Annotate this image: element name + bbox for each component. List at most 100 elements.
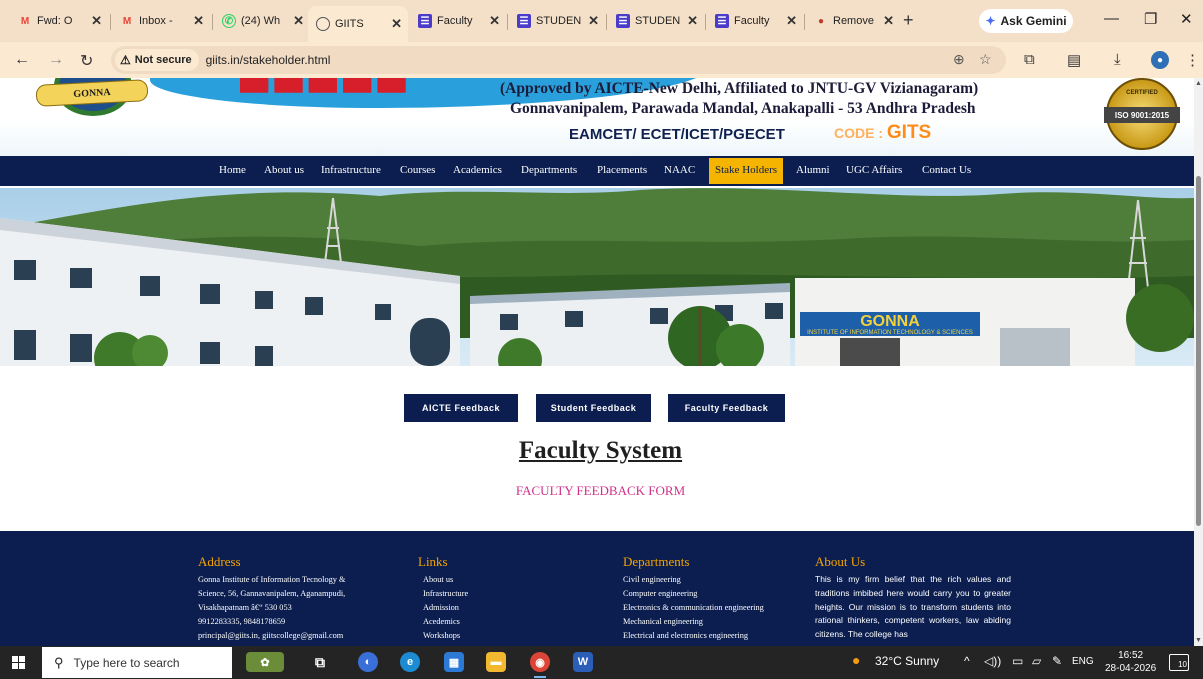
tab-whatsapp[interactable]: ✆ (24) Wh ✕ <box>214 8 310 34</box>
tab-close-icon[interactable]: ✕ <box>883 13 894 29</box>
tab-inbox[interactable]: M Inbox - ✕ <box>112 8 210 34</box>
footer-dept-eee[interactable]: Electrical and electronics engineering <box>623 629 764 643</box>
footer-link-about-us[interactable]: About us <box>423 573 468 587</box>
student-feedback-button[interactable]: Student Feedback <box>536 394 651 422</box>
extensions-icon[interactable]: ⧉ <box>1024 51 1035 68</box>
nav-naac[interactable]: NAAC <box>664 164 695 176</box>
widgets-icon[interactable]: ✿ <box>246 652 284 672</box>
nav-infrastructure[interactable]: Infrastructure <box>321 164 381 176</box>
language-indicator[interactable]: ENG <box>1072 656 1094 667</box>
store-icon[interactable]: ▦ <box>444 652 464 672</box>
network-icon[interactable]: ▱ <box>1032 654 1041 668</box>
tab-close-icon[interactable]: ✕ <box>193 13 204 29</box>
weather-text[interactable]: 32°C Sunny <box>875 654 939 668</box>
menu-kebab-icon[interactable]: ⋮ <box>1185 51 1200 69</box>
new-tab-icon[interactable]: + <box>903 10 914 31</box>
scroll-down-arrow-icon[interactable]: ▼ <box>1195 637 1202 644</box>
tab-title: Faculty <box>437 15 473 27</box>
nav-stake-holders[interactable]: Stake Holders <box>709 158 784 184</box>
footer-dept-ece[interactable]: Electronics & communication engineering <box>623 601 764 615</box>
weather-icon[interactable]: ● <box>852 652 860 668</box>
footer-link-admission[interactable]: Admission <box>423 601 468 615</box>
tab-close-icon[interactable]: ✕ <box>91 13 102 29</box>
iso-badge-top-text: CERTIFIED <box>1126 90 1158 96</box>
college-logo[interactable]: GONNA <box>35 78 149 142</box>
nav-contact-us[interactable]: Contact Us <box>922 164 971 176</box>
windows-taskbar: ⚲ Type here to search ✿ ⧉ ◐ e ▦ ▬ ◉ W ● … <box>0 646 1203 679</box>
security-chip[interactable]: ⚠ Not secure <box>115 49 199 71</box>
restore-icon[interactable]: ❐ <box>1144 10 1157 28</box>
footer-address-line: Visakhapatnam â€“ 530 053 <box>198 603 292 612</box>
tab-title: STUDEN <box>635 15 681 27</box>
tab-faculty-2[interactable]: ☰ Faculty ✕ <box>707 8 803 34</box>
zoom-icon[interactable]: ⊕ <box>953 51 965 68</box>
forward-arrow-icon[interactable]: → <box>48 51 64 69</box>
tab-student[interactable]: ☰ STUDEN ✕ <box>509 8 605 34</box>
taskbar-search-box[interactable]: ⚲ Type here to search <box>42 647 232 678</box>
back-arrow-icon[interactable]: ← <box>14 51 30 69</box>
tab-student-2[interactable]: ☰ STUDEN ✕ <box>608 8 704 34</box>
page-title: Faculty System <box>518 437 683 464</box>
minimize-icon[interactable]: — <box>1104 10 1119 27</box>
windows-start-icon[interactable] <box>12 656 26 670</box>
tab-giits[interactable]: GIITS ✕ <box>308 6 408 42</box>
footer-link-infrastructure[interactable]: Infrastructure <box>423 587 468 601</box>
file-explorer-icon[interactable]: ▬ <box>486 652 506 672</box>
tray-chevron-icon[interactable]: ^ <box>964 654 970 668</box>
tab-close-icon[interactable]: ✕ <box>293 13 304 29</box>
scroll-up-arrow-icon[interactable]: ▲ <box>1195 80 1202 87</box>
tab-faculty[interactable]: ☰ Faculty ✕ <box>410 8 506 34</box>
footer-phone: 9912283335, 9848178659 <box>198 617 286 626</box>
notification-center-icon[interactable]: 10 <box>1169 654 1189 671</box>
battery-icon[interactable]: ▭ <box>1012 654 1023 668</box>
tab-fwd[interactable]: M Fwd: O ✕ <box>10 8 108 34</box>
nav-home[interactable]: Home <box>219 164 246 176</box>
page-subtitle: FACULTY FEEDBACK FORM <box>515 483 686 498</box>
url-text[interactable]: giits.in/stakeholder.html <box>206 53 331 67</box>
nav-courses[interactable]: Courses <box>400 164 435 176</box>
tab-remove-bg[interactable]: ● Remove ✕ <box>806 8 900 34</box>
tab-close-icon[interactable]: ✕ <box>489 13 500 29</box>
campus-illustration: GONNA INSTITUTE OF INFORMATION TECHNOLOG… <box>0 188 1194 366</box>
footer-link-workshops[interactable]: Workshops <box>423 629 468 643</box>
edge-icon[interactable]: e <box>400 652 420 672</box>
tab-close-icon[interactable]: ✕ <box>687 13 698 29</box>
footer-dept-computer[interactable]: Computer engineering <box>623 587 764 601</box>
profile-avatar[interactable]: ● <box>1151 51 1169 69</box>
word-icon[interactable]: W <box>573 652 593 672</box>
nav-academics[interactable]: Academics <box>453 164 502 176</box>
ask-gemini-button[interactable]: ✦ Ask Gemini <box>979 9 1073 33</box>
task-view-icon[interactable]: ⧉ <box>310 652 330 672</box>
chrome-icon[interactable]: ◉ <box>530 652 550 678</box>
footer-link-academics[interactable]: Acedemics <box>423 615 468 629</box>
reload-icon[interactable]: ↻ <box>80 51 93 71</box>
download-icon[interactable]: ⤓ <box>1114 51 1121 68</box>
tab-close-icon[interactable]: ✕ <box>786 13 797 29</box>
bookmark-star-icon[interactable]: ☆ <box>979 51 992 68</box>
nav-ugc-affairs[interactable]: UGC Affairs <box>846 164 902 176</box>
page-scrollbar[interactable]: ▲ ▼ <box>1194 78 1203 646</box>
tab-close-icon[interactable]: ✕ <box>391 16 402 32</box>
scrollbar-thumb[interactable] <box>1196 176 1201 526</box>
footer-dept-civil[interactable]: Civil engineering <box>623 573 764 587</box>
volume-icon[interactable]: ◁)) <box>984 654 1001 668</box>
nav-about-us[interactable]: About us <box>264 164 304 176</box>
nav-alumni[interactable]: Alumni <box>796 164 830 176</box>
tab-title: GIITS <box>335 18 364 30</box>
reading-list-icon[interactable]: ▤ <box>1067 51 1081 69</box>
forms-icon: ☰ <box>418 14 432 28</box>
faculty-feedback-button[interactable]: Faculty Feedback <box>668 394 785 422</box>
footer-email[interactable]: principal@giits.in, giitscollege@gmail.c… <box>198 629 345 643</box>
campus-sign-text: GONNA <box>860 313 920 330</box>
gmail-icon: M <box>122 15 132 27</box>
tab-close-icon[interactable]: ✕ <box>588 13 599 29</box>
footer-dept-mechanical[interactable]: Mechanical engineering <box>623 615 764 629</box>
nav-placements[interactable]: Placements <box>597 164 647 176</box>
nav-departments[interactable]: Departments <box>521 164 577 176</box>
close-window-icon[interactable]: ✕ <box>1180 10 1193 28</box>
aicte-feedback-button[interactable]: AICTE Feedback <box>404 394 518 422</box>
taskbar-clock[interactable]: 16:52 28-04-2026 <box>1105 649 1156 675</box>
address-bar[interactable]: ⚠ Not secure giits.in/stakeholder.html ⊕… <box>111 46 1006 74</box>
pen-icon[interactable]: ✎ <box>1052 654 1062 668</box>
copilot-icon[interactable]: ◐ <box>358 652 378 672</box>
